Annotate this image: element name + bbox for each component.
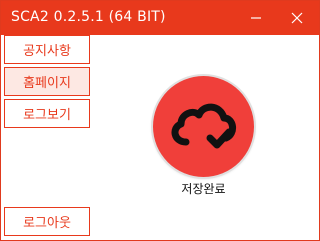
view-log-button-label: 로그보기 <box>23 108 71 123</box>
sync-status-indicator <box>153 76 254 177</box>
logout-button[interactable]: 로그아웃 <box>4 207 90 236</box>
notice-button[interactable]: 공지사항 <box>4 35 90 64</box>
status-label: 저장완료 <box>181 182 226 196</box>
notice-button-label: 공지사항 <box>23 44 71 59</box>
app-window: SCA2 0.2.5.1 (64 BIT) 공지사항 홈페이지 로그보기 로그아… <box>0 0 320 241</box>
minimize-button[interactable] <box>245 7 267 29</box>
homepage-button[interactable]: 홈페이지 <box>4 67 90 96</box>
minimize-icon <box>251 17 261 19</box>
cloud-check-icon <box>171 103 236 149</box>
homepage-button-label: 홈페이지 <box>23 76 71 91</box>
close-button[interactable] <box>286 7 308 29</box>
close-icon <box>291 12 303 24</box>
window-title: SCA2 0.2.5.1 (64 BIT) <box>11 9 166 25</box>
title-bar: SCA2 0.2.5.1 (64 BIT) <box>1 1 319 35</box>
logout-button-label: 로그아웃 <box>23 216 71 231</box>
view-log-button[interactable]: 로그보기 <box>4 99 90 128</box>
